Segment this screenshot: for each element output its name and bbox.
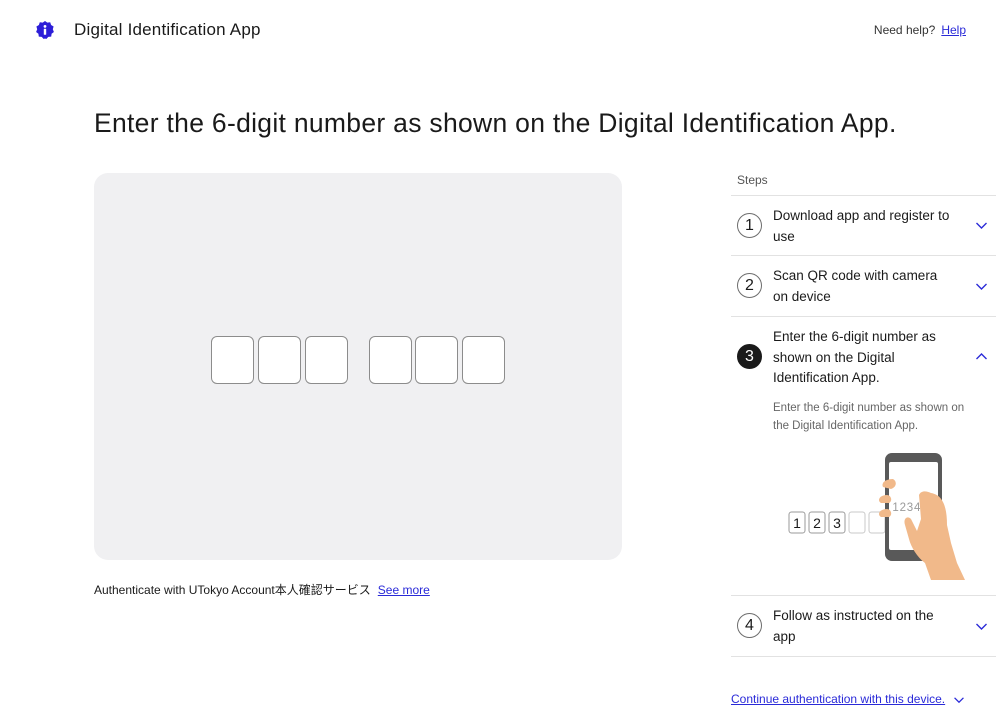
step-header[interactable]: 1 Download app and register to use: [731, 196, 996, 255]
app-header: Digital Identification App Need help? Hel…: [0, 0, 1000, 60]
illustration-digit: 3: [833, 515, 841, 531]
code-digit-input[interactable]: [258, 336, 301, 384]
step-header[interactable]: 2 Scan QR code with camera on device: [731, 256, 996, 316]
step-2[interactable]: 2 Scan QR code with camera on device: [731, 255, 996, 316]
chevron-down-icon: [976, 222, 987, 229]
chevron-down-icon: [976, 623, 987, 630]
continue-link-label: Continue authentication with this device…: [731, 692, 946, 706]
phone-illustration: 1 2 3 123456: [788, 453, 965, 580]
chevron-up-icon: [976, 353, 987, 360]
code-digit-input[interactable]: [369, 336, 412, 384]
step-title: Follow as instructed on the app: [773, 608, 934, 644]
step-header[interactable]: 3 Enter the 6-digit number as shown on t…: [731, 317, 996, 399]
page-title: Enter the 6-digit number as shown on the…: [94, 108, 897, 138]
step-1[interactable]: 1 Download app and register to use: [731, 195, 996, 255]
step-detail: Enter the 6-digit number as shown on the…: [773, 402, 965, 432]
step-number-badge: 4: [737, 613, 762, 638]
step-number-badge: 3: [737, 344, 762, 369]
step-title: Download app and register to use: [773, 208, 950, 244]
step-number-badge: 1: [737, 213, 762, 238]
help-area: Need help? Help: [874, 23, 966, 37]
auth-service-line: Authenticate with UTokyo Account本人確認サービス…: [94, 581, 430, 598]
steps-label: Steps: [737, 173, 768, 187]
auth-service-text: Authenticate with UTokyo Account本人確認サービス: [94, 583, 371, 597]
code-digit-input[interactable]: [462, 336, 505, 384]
phone-code-illustration: 1 2 3 123456: [731, 435, 996, 595]
code-entry-panel: [94, 173, 622, 560]
step-4[interactable]: 4 Follow as instructed on the app: [731, 595, 996, 657]
chevron-down-icon: [954, 697, 965, 703]
step-number-badge: 2: [737, 273, 762, 298]
see-more-link[interactable]: See more: [378, 583, 430, 597]
shield-info-icon: [36, 21, 54, 39]
illustration-digit: 1: [793, 515, 801, 531]
code-digit-input[interactable]: [211, 336, 254, 384]
code-digit-input[interactable]: [415, 336, 458, 384]
step-title: Enter the 6-digit number as shown on the…: [773, 329, 936, 385]
code-digit-input[interactable]: [305, 336, 348, 384]
step-title: Scan QR code with camera on device: [773, 268, 938, 304]
illustration-code-boxes: 1 2 3: [788, 511, 886, 534]
step-3[interactable]: 3 Enter the 6-digit number as shown on t…: [731, 316, 996, 595]
step-header[interactable]: 4 Follow as instructed on the app: [731, 596, 996, 656]
illustration-digit: 2: [813, 515, 821, 531]
chevron-down-icon: [976, 283, 987, 290]
help-link[interactable]: Help: [941, 23, 966, 37]
continue-on-device-link[interactable]: Continue authentication with this device…: [731, 692, 965, 706]
app-title: Digital Identification App: [74, 20, 261, 39]
help-prompt: Need help?: [873, 23, 936, 37]
steps-panel: Steps 1 Download app and register to use…: [731, 165, 996, 657]
